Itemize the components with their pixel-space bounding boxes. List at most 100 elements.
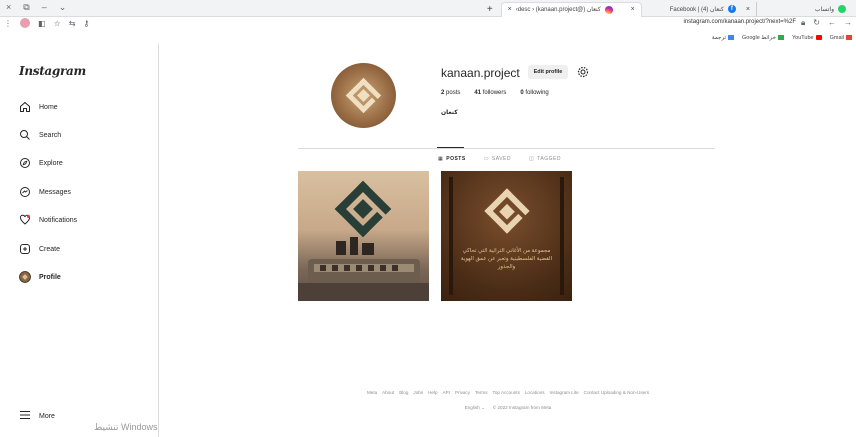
close-tab-icon[interactable]: × <box>746 6 750 13</box>
instagram-favicon-icon <box>604 5 613 14</box>
heart-icon <box>19 214 31 226</box>
followers-number: 41 <box>474 90 482 96</box>
chevron-down-icon: ⌄ <box>480 405 485 410</box>
browser-tab-instagram[interactable]: × ‹desc › (kanaan.project@) كنعان × <box>500 1 642 17</box>
grid-icon: ▦ <box>438 156 444 162</box>
post-image-kanaan-train <box>298 180 429 301</box>
sidebar-item-label: Messages <box>39 188 71 196</box>
facebook-favicon-icon: f <box>727 5 736 13</box>
footer-link[interactable]: Locations <box>525 390 545 395</box>
tab-tagged[interactable]: ◫ TAGGED <box>529 156 561 162</box>
footer-link[interactable]: Meta <box>367 390 377 395</box>
profile-picture[interactable] <box>331 63 396 128</box>
footer-link[interactable]: Jobs <box>413 390 423 395</box>
url-field[interactable]: instagram.com/kanaan.project/?next=%2F <box>683 19 796 25</box>
sidebar-item-notifications[interactable]: Notifications <box>19 214 77 226</box>
browser-profile-avatar[interactable] <box>20 18 30 28</box>
tab-list-icon[interactable]: ⌄ <box>59 2 67 13</box>
sidebar-item-label: Create <box>39 245 61 253</box>
followers-label: followers <box>482 90 507 96</box>
minimize-window-icon[interactable]: – <box>42 2 47 13</box>
sidebar-item-profile[interactable]: Profile <box>19 271 61 283</box>
bookmark-icon: ▭ <box>483 156 489 162</box>
sidebar-item-explore[interactable]: Explore <box>19 157 63 169</box>
sidebar-item-home[interactable]: Home <box>19 101 58 113</box>
messages-icon <box>19 186 31 198</box>
share-icon[interactable]: ⇆ <box>69 19 76 28</box>
language-select[interactable]: English ⌄ <box>465 405 485 411</box>
youtube-icon <box>815 35 822 40</box>
reload-icon[interactable]: ↻ <box>813 18 820 28</box>
footer-link[interactable]: Instagram Lite <box>550 390 579 395</box>
sidebar-item-label: Home <box>39 103 58 111</box>
tab-label: SAVED <box>491 156 512 162</box>
lock-icon[interactable]: 🔒︎ <box>801 18 805 28</box>
browser-tab-strip: × ⧉ – ⌄ + × ‹desc › (kanaan.project@) كن… <box>0 0 856 17</box>
bookmark-label: Gmail <box>829 34 844 41</box>
profile-divider <box>298 148 715 149</box>
footer-link[interactable]: Top Accounts <box>493 390 520 395</box>
footer-link[interactable]: Terms <box>475 390 488 395</box>
forward-icon[interactable]: ← <box>828 18 836 28</box>
home-icon <box>19 101 31 113</box>
footer-link[interactable]: API <box>443 390 450 395</box>
post-image-kanaan-logo <box>449 177 564 295</box>
close-window-icon[interactable]: × <box>6 2 11 13</box>
followers-count[interactable]: 41 followers <box>474 90 506 96</box>
tab-saved[interactable]: ▭ SAVED <box>484 156 511 162</box>
more-menu-button[interactable]: More <box>19 410 55 422</box>
restore-window-icon[interactable]: ⧉ <box>23 2 29 13</box>
browser-tab-whatsapp[interactable]: واتساب <box>757 2 852 17</box>
bookmark-gmail[interactable]: Gmail <box>830 35 852 41</box>
post-thumbnail[interactable] <box>298 171 429 301</box>
footer-meta: English ⌄ © 2022 Instagram from Meta <box>160 405 856 411</box>
sidebar-item-search[interactable]: Search <box>19 129 61 141</box>
post-thumbnail[interactable]: مجموعة من الأغاني التراثية التي تحاكي ال… <box>441 171 572 301</box>
toolbar-left: ⋮ ◧ ☆ ⇆ ⚷ <box>4 18 89 28</box>
bookmark-maps[interactable]: Google خرائط <box>742 35 784 41</box>
sidebar-toggle-icon[interactable]: ◧ <box>38 19 46 28</box>
sidebar-item-create[interactable]: Create <box>19 243 60 255</box>
active-tab-indicator <box>437 147 464 148</box>
sidebar-item-messages[interactable]: Messages <box>19 186 71 198</box>
menu-icon[interactable]: ⋮ <box>4 19 12 28</box>
instagram-logo[interactable]: Instagram <box>19 64 86 78</box>
bookmark-label: Google خرائط <box>742 34 776 41</box>
key-icon[interactable]: ⚷ <box>83 19 89 28</box>
settings-gear-icon[interactable] <box>577 65 589 78</box>
footer-link[interactable]: About <box>382 390 394 395</box>
bookmark-star-icon[interactable]: ☆ <box>54 19 61 28</box>
back-icon[interactable]: → <box>844 18 852 28</box>
bookmark-translate[interactable]: ترجمة <box>712 35 735 41</box>
address-bar-row: ⋮ ◧ ☆ ⇆ ⚷ instagram.com/kanaan.project/?… <box>0 17 856 31</box>
tag-icon: ◫ <box>529 156 535 162</box>
close-tab-icon[interactable]: × <box>631 6 635 13</box>
sidebar-item-label: Explore <box>39 159 63 167</box>
posts-count[interactable]: 2 posts <box>441 90 460 96</box>
close-tab-icon[interactable]: × <box>508 6 512 13</box>
kanaan-logo-icon <box>345 77 382 114</box>
footer-link[interactable]: Privacy <box>455 390 470 395</box>
bookmark-label: YouTube <box>792 34 814 41</box>
bookmark-youtube[interactable]: YouTube <box>792 35 822 41</box>
profile-main: kanaan.project Edit profile 2 posts 41 f… <box>160 44 856 437</box>
copyright-text: © 2022 Instagram from Meta <box>492 405 552 410</box>
new-tab-button[interactable]: + <box>479 4 501 15</box>
tab-posts[interactable]: ▦ POSTS <box>438 156 466 162</box>
profile-stats: 2 posts 41 followers 0 following <box>441 90 549 96</box>
post-caption-text: مجموعة من الأغاني التراثية التي تحاكي ال… <box>460 248 553 270</box>
footer-link[interactable]: Help <box>428 390 437 395</box>
gmail-icon <box>846 35 852 40</box>
posts-label: posts <box>446 90 461 96</box>
edit-profile-button[interactable]: Edit profile <box>528 65 568 79</box>
explore-icon <box>19 157 31 169</box>
following-number: 0 <box>520 90 524 96</box>
following-count[interactable]: 0 following <box>520 90 548 96</box>
browser-tab-facebook[interactable]: Facebook | كنعان (4) f × <box>642 1 757 17</box>
create-icon <box>19 243 31 255</box>
maps-icon <box>778 35 784 40</box>
search-icon <box>19 129 31 141</box>
footer-link[interactable]: Contact Uploading & Non-Users <box>584 390 649 395</box>
hamburger-menu-icon <box>19 410 31 422</box>
footer-link[interactable]: Blog <box>399 390 408 395</box>
